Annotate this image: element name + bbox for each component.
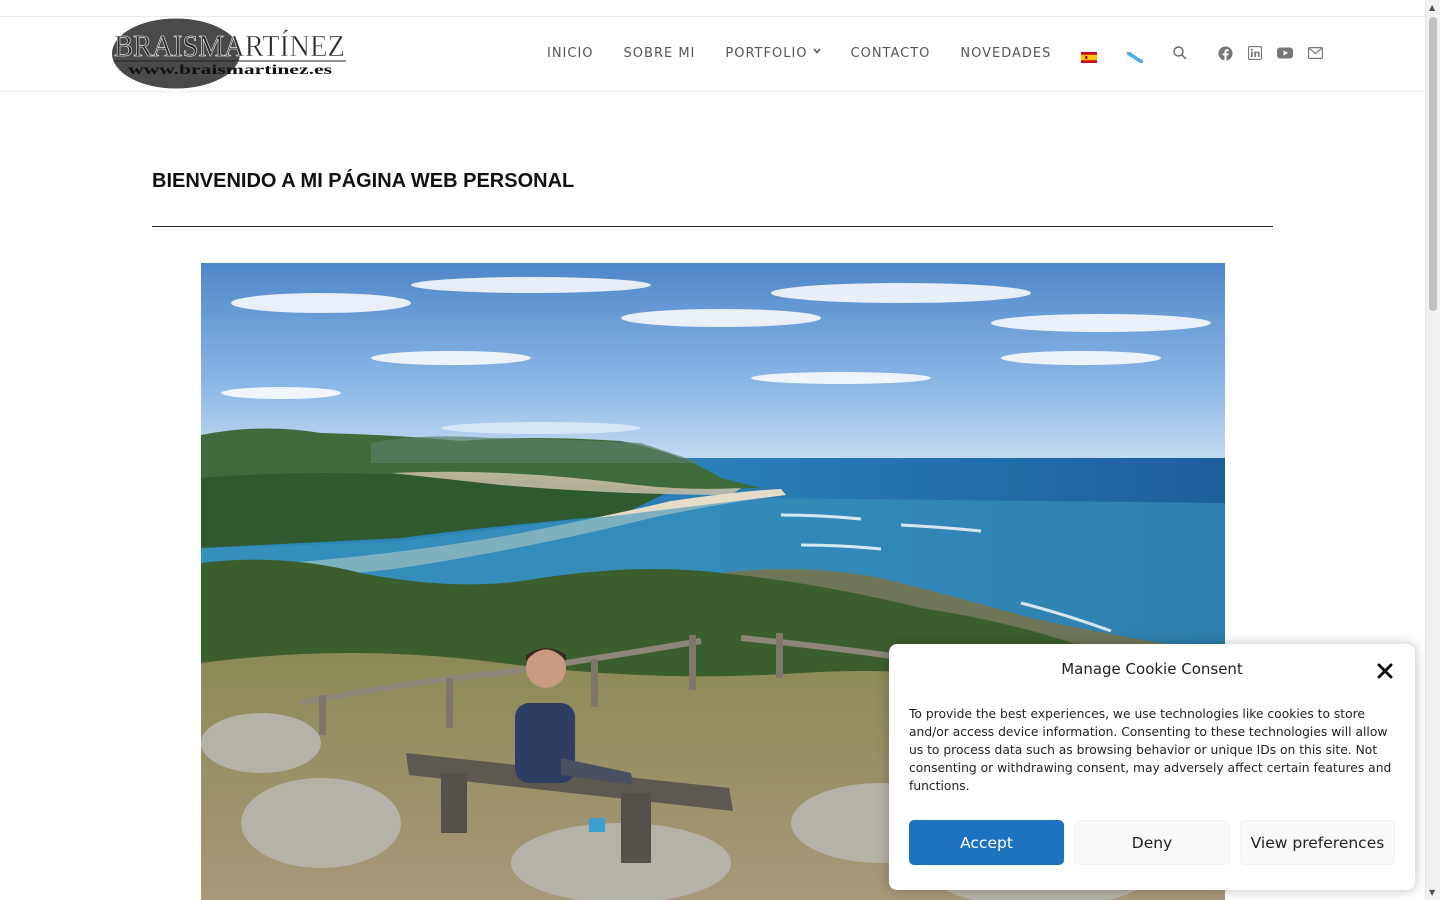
site-logo[interactable]: BRAISMARTÍNEZ www.braismartinez.es	[112, 18, 348, 89]
linkedin-icon[interactable]	[1247, 45, 1263, 61]
youtube-icon[interactable]	[1277, 45, 1294, 61]
view-preferences-button[interactable]: View preferences	[1240, 820, 1395, 865]
main-navigation: INICIO SOBRE MI PORTFOLIO CONTACTO NOVED…	[532, 17, 1330, 89]
social-links	[1210, 17, 1330, 89]
nav-label-contacto: CONTACTO	[850, 45, 931, 61]
galicia-flag-icon[interactable]	[1127, 48, 1144, 63]
nav-label-portfolio: PORTFOLIO	[725, 45, 808, 61]
scroll-down-icon[interactable]: ▼	[1429, 888, 1435, 897]
nav-label-novedades: NOVEDADES	[960, 45, 1052, 61]
nav-item-sobre-mi[interactable]: SOBRE MI	[609, 17, 711, 89]
close-icon[interactable]	[1375, 661, 1395, 681]
cookie-consent-dialog: Manage Cookie Consent To provide the bes…	[889, 644, 1415, 890]
accept-button[interactable]: Accept	[909, 820, 1064, 865]
scroll-up-icon[interactable]: ▲	[1429, 3, 1435, 12]
spain-flag-icon[interactable]	[1081, 48, 1098, 63]
nav-item-portfolio[interactable]: PORTFOLIO	[710, 17, 835, 89]
search-icon[interactable]	[1172, 45, 1188, 61]
nav-label-sobre-mi: SOBRE MI	[623, 45, 696, 61]
logo-name: BRAISMARTÍNEZ	[114, 28, 345, 63]
logo-url: www.braismartinez.es	[128, 63, 333, 78]
nav-item-contacto[interactable]: CONTACTO	[836, 17, 946, 89]
page-scrollbar[interactable]: ▲ ▼	[1425, 0, 1440, 900]
scrollbar-thumb[interactable]	[1429, 17, 1437, 311]
deny-button[interactable]: Deny	[1074, 820, 1230, 865]
facebook-icon[interactable]	[1217, 45, 1233, 61]
title-divider	[152, 226, 1273, 227]
nav-item-inicio[interactable]: INICIO	[532, 17, 609, 89]
site-header: BRAISMARTÍNEZ www.braismartinez.es INICI…	[0, 17, 1425, 92]
mail-icon[interactable]	[1307, 45, 1323, 61]
nav-item-novedades[interactable]: NOVEDADES	[945, 17, 1066, 89]
chevron-down-icon	[812, 47, 821, 57]
page-title: BIENVENIDO A MI PÁGINA WEB PERSONAL	[152, 170, 575, 192]
nav-label-inicio: INICIO	[547, 45, 594, 61]
cookie-dialog-title: Manage Cookie Consent	[1061, 660, 1243, 678]
cookie-dialog-text: To provide the best experiences, we use …	[909, 707, 1392, 793]
top-bar	[0, 0, 1425, 17]
